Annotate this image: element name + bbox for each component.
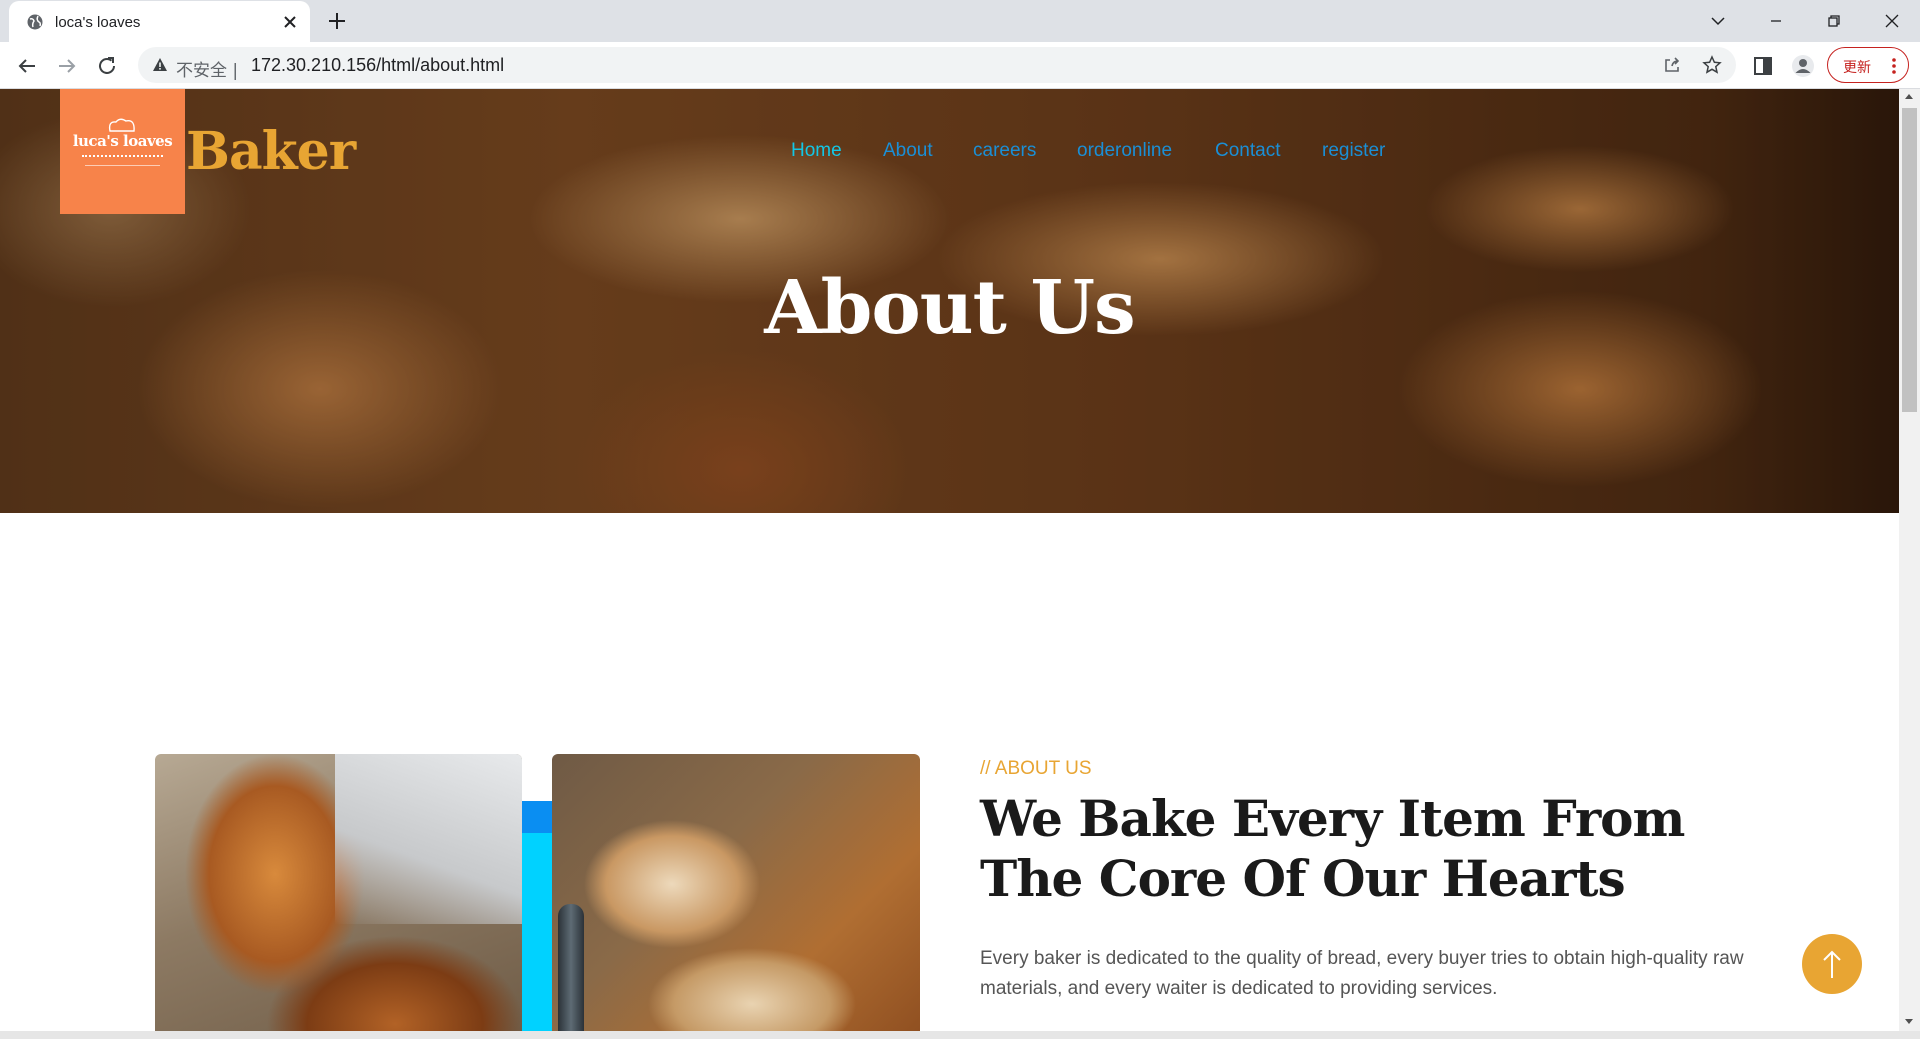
globe-icon	[27, 14, 43, 30]
window-close-icon[interactable]	[1877, 6, 1907, 36]
nav-about[interactable]: About	[883, 140, 933, 162]
accent-bar-dark	[522, 801, 552, 833]
scroll-up-arrow[interactable]	[1905, 94, 1913, 99]
reload-icon[interactable]	[95, 54, 119, 78]
security-label[interactable]: 不安全 |	[176, 56, 238, 81]
browser-toolbar: 不安全 | 172.30.210.156/html/about.html 更新	[0, 42, 1920, 89]
arrow-up-icon	[1823, 950, 1841, 978]
knife-handle	[558, 904, 584, 1031]
logo-text: luca's loaves	[72, 132, 173, 150]
url-text[interactable]: 172.30.210.156/html/about.html	[251, 55, 504, 76]
logo-underline	[85, 165, 160, 166]
tab-title: loca's loaves	[55, 14, 141, 31]
nav-careers[interactable]: careers	[973, 140, 1036, 162]
back-arrow-icon[interactable]	[15, 54, 39, 78]
minimize-icon[interactable]	[1761, 6, 1791, 36]
nav-home[interactable]: Home	[791, 140, 842, 162]
chef-hat-icon	[108, 118, 135, 132]
section-heading: We Bake Every Item From The Core Of Our …	[980, 789, 1685, 908]
more-vert-icon	[1892, 58, 1896, 74]
share-icon[interactable]	[1662, 55, 1682, 75]
baguette-image	[552, 754, 920, 1031]
address-bar[interactable]: 不安全 | 172.30.210.156/html/about.html	[138, 47, 1736, 83]
update-label: 更新	[1843, 60, 1871, 76]
brand-name[interactable]: Baker	[186, 121, 356, 182]
back-to-top-button[interactable]	[1802, 934, 1862, 994]
horizontal-scrollbar[interactable]	[0, 1031, 1920, 1039]
nav-orderonline[interactable]: orderonline	[1077, 140, 1172, 162]
browser-tab[interactable]: loca's loaves	[9, 1, 310, 42]
section-paragraph: Every baker is dedicated to the quality …	[980, 948, 1744, 999]
forward-arrow-icon[interactable]	[55, 54, 79, 78]
site-logo[interactable]: luca's loaves	[60, 89, 185, 214]
profile-icon[interactable]	[1791, 54, 1815, 78]
accent-bar	[522, 833, 552, 1031]
page-title: About Us	[764, 265, 1135, 351]
nav-contact[interactable]: Contact	[1215, 140, 1280, 162]
chevron-down-icon[interactable]	[1703, 6, 1733, 36]
croissant-image	[155, 754, 522, 1031]
warning-icon[interactable]	[152, 57, 168, 73]
scroll-thumb[interactable]	[1902, 108, 1917, 412]
star-icon[interactable]	[1702, 55, 1722, 75]
sidepanel-icon[interactable]	[1751, 54, 1775, 78]
restore-icon[interactable]	[1819, 6, 1849, 36]
nav-register[interactable]: register	[1322, 140, 1385, 162]
page-viewport: luca's loaves Baker Home About careers o…	[0, 89, 1899, 1031]
vertical-scrollbar[interactable]	[1899, 89, 1920, 1031]
tab-strip: loca's loaves	[0, 0, 1920, 42]
update-button[interactable]: 更新	[1827, 47, 1909, 83]
hero-banner: luca's loaves Baker Home About careers o…	[0, 89, 1899, 513]
close-icon[interactable]	[280, 12, 300, 32]
cloth-backdrop	[335, 754, 522, 924]
plus-icon[interactable]	[326, 10, 348, 32]
scroll-down-arrow[interactable]	[1905, 1019, 1913, 1024]
logo-divider	[82, 155, 163, 157]
section-eyebrow: // ABOUT US	[980, 758, 1092, 779]
